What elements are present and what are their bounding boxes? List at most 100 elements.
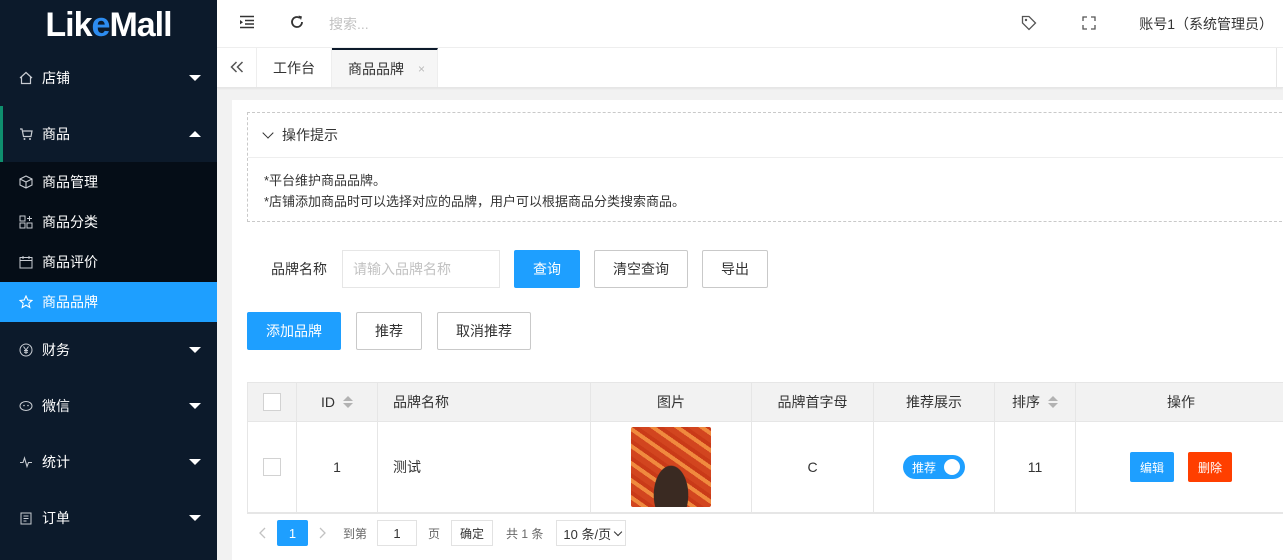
sidebar-group-finance[interactable]: 财务 xyxy=(0,322,217,378)
sidebar-group-goods[interactable]: 商品 xyxy=(0,106,217,162)
tips-body: *平台维护商品品牌。 *店铺添加商品时可以选择对应的品牌，用户可以根据商品分类搜… xyxy=(248,157,1283,212)
clipboard-icon xyxy=(18,510,34,526)
recommend-button[interactable]: 推荐 xyxy=(356,312,422,350)
chevron-down-icon xyxy=(613,527,623,536)
page-tabs: 工作台 商品品牌 × xyxy=(217,48,1283,88)
fullscreen-button[interactable] xyxy=(1059,0,1119,48)
recommend-toggle[interactable]: 推荐 xyxy=(903,455,965,479)
tips-line: *平台维护商品品牌。 xyxy=(264,173,387,188)
tab-workbench[interactable]: 工作台 xyxy=(257,48,332,87)
brand-name-label: 品牌名称 xyxy=(271,261,327,277)
current-page[interactable]: 1 xyxy=(277,520,308,546)
sidebar-item-label: 商品评价 xyxy=(42,254,98,270)
yen-icon xyxy=(18,342,34,358)
cell-brand-name: 测试 xyxy=(378,422,591,512)
row-checkbox-cell xyxy=(248,422,297,512)
sidebar-group-store[interactable]: 店铺 xyxy=(0,50,217,106)
header-sort[interactable]: 排序 xyxy=(995,383,1076,421)
caret-down-icon xyxy=(189,515,201,521)
sidebar-group-label: 订单 xyxy=(42,510,70,526)
add-brand-button[interactable]: 添加品牌 xyxy=(247,312,341,350)
tabs-divider xyxy=(1276,48,1277,87)
goto-label: 到第 xyxy=(343,526,368,541)
header-image: 图片 xyxy=(591,383,752,421)
goto-confirm-button[interactable]: 确定 xyxy=(451,520,494,546)
close-icon[interactable]: × xyxy=(418,62,425,76)
toggle-knob xyxy=(944,459,960,475)
tabs-scroll-left-button[interactable] xyxy=(217,48,257,87)
header-first-letter: 品牌首字母 xyxy=(752,383,874,421)
goods-submenu: 商品管理 商品分类 商品评价 商品品牌 xyxy=(0,162,217,322)
sidebar-group-label: 店铺 xyxy=(42,70,70,86)
collapse-menu-button[interactable] xyxy=(217,0,277,48)
page-size-select[interactable]: 10 条/页 xyxy=(556,520,627,546)
account-menu[interactable]: 账号1（系统管理员） xyxy=(1119,14,1283,34)
sidebar-group-wechat[interactable]: 微信 xyxy=(0,378,217,434)
header-label: 操作 xyxy=(1167,394,1195,410)
home-icon xyxy=(18,70,34,86)
refresh-button[interactable] xyxy=(277,0,317,48)
table-row: 1 测试 C 推荐 11 编辑 删除 xyxy=(248,422,1283,513)
tips-header[interactable]: 操作提示 xyxy=(248,113,1283,157)
table-toolbar: 添加品牌 推荐 取消推荐 xyxy=(247,312,531,350)
operation-tips: 操作提示 *平台维护商品品牌。 *店铺添加商品时可以选择对应的品牌，用户可以根据… xyxy=(247,112,1283,222)
header-label: 图片 xyxy=(657,394,685,410)
header-search-input[interactable]: 搜索... xyxy=(329,14,369,34)
sort-icon[interactable] xyxy=(1048,396,1058,408)
sidebar-item-label: 商品品牌 xyxy=(42,294,98,310)
tab-goods-brand[interactable]: 商品品牌 × xyxy=(332,48,439,87)
header-label: 推荐展示 xyxy=(906,394,962,410)
caret-down-icon xyxy=(189,403,201,409)
header-id[interactable]: ID xyxy=(297,383,378,421)
brand-image[interactable] xyxy=(631,427,711,507)
main-content: 操作提示 *平台维护商品品牌。 *店铺添加商品时可以选择对应的品牌，用户可以根据… xyxy=(232,100,1283,560)
wechat-icon xyxy=(18,398,34,414)
cube-icon xyxy=(18,174,34,190)
cell-first-letter: C xyxy=(752,422,874,512)
sidebar-item-goods-manage[interactable]: 商品管理 xyxy=(0,162,217,202)
app-logo[interactable]: Lik e Mall xyxy=(0,0,217,50)
edit-button[interactable]: 编辑 xyxy=(1129,452,1174,482)
sidebar-group-stats[interactable]: 统计 xyxy=(0,434,217,490)
sidebar-item-goods-category[interactable]: 商品分类 xyxy=(0,202,217,242)
row-checkbox[interactable] xyxy=(263,458,281,476)
tag-button[interactable] xyxy=(999,0,1059,48)
cell-ops: 编辑 删除 xyxy=(1076,422,1283,512)
select-all-checkbox[interactable] xyxy=(263,393,281,411)
top-header: 搜索... 账号1（系统管理员） xyxy=(217,0,1283,48)
page-unit: 页 xyxy=(428,526,441,541)
sidebar-group-orders[interactable]: 订单 xyxy=(0,490,217,546)
query-button[interactable]: 查询 xyxy=(514,250,580,288)
delete-button[interactable]: 删除 xyxy=(1188,452,1233,482)
sidebar-item-goods-brand[interactable]: 商品品牌 xyxy=(0,282,217,322)
indent-icon xyxy=(239,15,255,32)
header-label: 品牌首字母 xyxy=(777,394,848,410)
chevron-down-icon xyxy=(262,127,274,139)
double-chevron-left-icon xyxy=(229,57,244,78)
header-brand-name: 品牌名称 xyxy=(378,383,591,421)
sort-icon[interactable] xyxy=(343,396,353,408)
sidebar-item-label: 商品管理 xyxy=(42,174,98,190)
fullscreen-icon xyxy=(1082,15,1096,33)
category-icon xyxy=(18,214,34,230)
unrecommend-button[interactable]: 取消推荐 xyxy=(437,312,531,350)
sidebar: Lik e Mall 店铺 商品 商品管理 商品分类 商品评价 商品品牌 财务 … xyxy=(0,0,217,560)
header-ops: 操作 xyxy=(1076,383,1283,421)
tips-title: 操作提示 xyxy=(282,127,338,143)
clear-query-button[interactable]: 清空查询 xyxy=(594,250,688,288)
header-label: ID xyxy=(321,394,335,410)
chevron-left-icon xyxy=(259,527,266,539)
goto-page-input[interactable]: 1 xyxy=(377,520,418,546)
brand-name-input[interactable] xyxy=(342,250,500,288)
caret-down-icon xyxy=(189,459,201,465)
prev-page-button[interactable] xyxy=(247,520,277,546)
sidebar-item-label: 商品分类 xyxy=(42,214,98,230)
next-page-button[interactable] xyxy=(308,520,338,546)
cell-image xyxy=(591,422,752,512)
star-icon xyxy=(18,294,34,310)
header-label: 品牌名称 xyxy=(393,394,449,410)
export-button[interactable]: 导出 xyxy=(702,250,768,288)
sidebar-item-goods-review[interactable]: 商品评价 xyxy=(0,242,217,282)
cell-recommend: 推荐 xyxy=(874,422,995,512)
caret-up-icon xyxy=(189,131,201,137)
